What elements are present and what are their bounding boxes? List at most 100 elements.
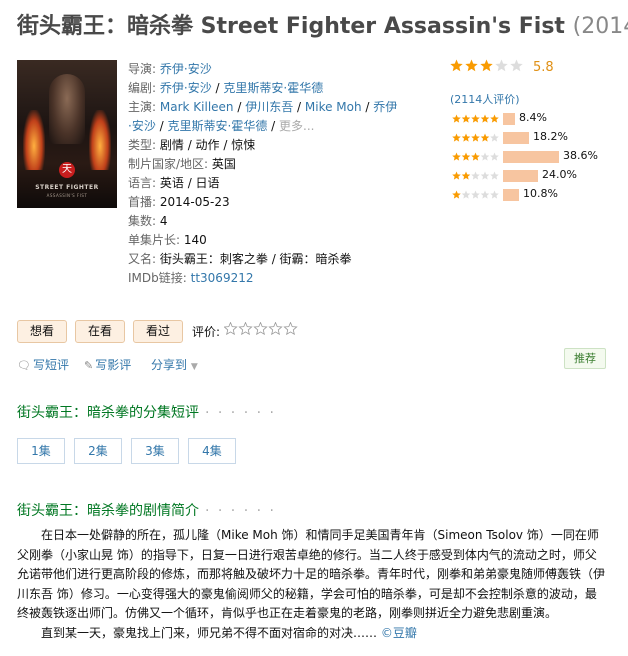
row-stars-svg bbox=[452, 171, 499, 180]
cast-link[interactable]: Mike Moh bbox=[305, 100, 362, 114]
row-stars-svg bbox=[452, 190, 499, 199]
watched-button[interactable]: 看过 bbox=[133, 320, 183, 343]
rating-summary: 5.8 bbox=[450, 58, 620, 75]
writer-label: 编剧: bbox=[128, 81, 157, 95]
rating-score: 5.8 bbox=[533, 60, 554, 75]
cast-link[interactable]: 克里斯蒂安·霍华德 bbox=[168, 119, 268, 133]
writer-link[interactable]: 克里斯蒂安·霍华德 bbox=[223, 81, 323, 95]
imdb-link[interactable]: tt3069212 bbox=[191, 271, 254, 285]
poster-logo-sub: ASSASSIN'S FIST bbox=[46, 193, 88, 198]
country-value: 英国 bbox=[211, 157, 236, 171]
star-icon bbox=[510, 59, 523, 72]
movie-info: 导演: 乔伊·安沙 编剧: 乔伊·安沙 / 克里斯蒂安·霍华德 主演: Mark… bbox=[128, 60, 397, 288]
rate-stars-svg[interactable] bbox=[223, 321, 299, 336]
star-icon bbox=[471, 133, 480, 142]
language-label: 语言: bbox=[128, 176, 157, 190]
length-label: 单集片长: bbox=[128, 233, 181, 247]
rate-stars-input[interactable] bbox=[223, 321, 299, 338]
star-icon bbox=[452, 190, 461, 199]
star-icon bbox=[465, 59, 478, 72]
writer-link[interactable]: 乔伊·安沙 bbox=[160, 81, 212, 95]
length-value: 140 bbox=[183, 233, 207, 247]
rating-stars-icon bbox=[450, 59, 525, 73]
write-review[interactable]: ✎ 写影评 bbox=[84, 356, 131, 373]
rating-row-stars bbox=[452, 113, 500, 126]
episode-1-button[interactable]: 1集 bbox=[17, 438, 65, 464]
star-icon bbox=[471, 171, 480, 180]
row-stars-svg bbox=[452, 152, 499, 161]
rating-percent: 38.6% bbox=[563, 149, 598, 162]
synopsis-paragraph-last: 直到某一天，豪鬼找上门来，师兄弟不得不面对宿命的对决…… ©豆瓣 bbox=[17, 624, 607, 644]
star-icon bbox=[223, 321, 238, 336]
star-icon bbox=[452, 171, 461, 180]
rating-percent: 8.4% bbox=[519, 111, 547, 124]
cast-link[interactable]: 乔伊 bbox=[373, 100, 397, 114]
episode-4-button[interactable]: 4集 bbox=[188, 438, 236, 464]
cast-link[interactable]: Mark Killeen bbox=[160, 100, 234, 114]
star-icon bbox=[490, 190, 499, 199]
rating-row-3: 38.6% bbox=[450, 148, 620, 167]
rating-bar bbox=[503, 151, 559, 163]
rating-count: (2114人评价) bbox=[450, 91, 620, 107]
rating-row-stars bbox=[452, 151, 500, 164]
imdb-row: IMDb链接: tt3069212 bbox=[128, 269, 378, 288]
star-icon bbox=[461, 190, 471, 199]
review-label: 写影评 bbox=[95, 358, 132, 372]
star-icon bbox=[490, 133, 499, 142]
rating-percent: 10.8% bbox=[523, 187, 558, 200]
star-icon bbox=[490, 152, 499, 161]
row-stars-svg bbox=[452, 114, 499, 123]
want-button[interactable]: 想看 bbox=[17, 320, 67, 343]
share-dropdown[interactable]: 分享到 ▼ bbox=[151, 356, 198, 373]
synopsis-heading: 街头霸王：暗杀拳的剧情简介 · · · · · · bbox=[17, 500, 276, 520]
poster-image[interactable]: 天 STREET FIGHTER ASSASSIN'S FIST bbox=[17, 60, 117, 208]
cast-link[interactable]: ·安沙 bbox=[128, 119, 156, 133]
star-icon bbox=[452, 114, 461, 123]
poster-logo: STREET FIGHTER bbox=[35, 184, 99, 191]
write-short-review[interactable]: 🗨 写短评 bbox=[17, 356, 69, 373]
big-stars-svg bbox=[450, 59, 523, 72]
share-label: 分享到 bbox=[151, 358, 188, 372]
star-icon bbox=[461, 114, 471, 123]
douban-source-link[interactable]: ©豆瓣 bbox=[381, 626, 417, 640]
poster-fire-left bbox=[23, 110, 45, 170]
heading-dots: · · · · · · bbox=[205, 405, 276, 421]
synopsis-text: 在日本一处僻静的所在，孤儿隆（Mike Moh 饰）和情同手足美国青年肯（Sim… bbox=[17, 526, 607, 643]
length-row: 单集片长: 140 bbox=[128, 231, 378, 250]
director-link[interactable]: 乔伊·安沙 bbox=[160, 62, 212, 76]
language-value: 英语 / 日语 bbox=[159, 176, 220, 190]
rating-row-2: 24.0% bbox=[450, 167, 620, 186]
pencil-icon: ✎ bbox=[84, 359, 94, 372]
cast-link[interactable]: 伊川东吾 bbox=[245, 100, 293, 114]
star-icon bbox=[283, 321, 298, 336]
star-icon bbox=[471, 152, 480, 161]
episode-2-button[interactable]: 2集 bbox=[74, 438, 122, 464]
cast-more-link[interactable]: 更多... bbox=[279, 119, 314, 133]
rating-bar bbox=[503, 113, 515, 125]
recommend-button[interactable]: 推荐 bbox=[564, 348, 606, 369]
premiere-value: 2014-05-23 bbox=[159, 195, 230, 209]
star-icon bbox=[480, 59, 493, 72]
rating-row-stars bbox=[452, 170, 500, 183]
star-icon bbox=[268, 321, 283, 336]
rating-row-stars bbox=[452, 189, 500, 202]
aka-label: 又名: bbox=[128, 252, 157, 266]
star-icon bbox=[238, 321, 253, 336]
episode-3-button[interactable]: 3集 bbox=[131, 438, 179, 464]
episodes-row: 集数: 4 bbox=[128, 212, 378, 231]
country-label: 制片国家/地区: bbox=[128, 157, 209, 171]
page-title: 街头霸王：暗杀拳 Street Fighter Assassin's Fist … bbox=[17, 12, 628, 42]
watching-button[interactable]: 在看 bbox=[75, 320, 125, 343]
aka-row: 又名: 街头霸王：刺客之拳 / 街霸：暗杀拳 bbox=[128, 250, 378, 269]
director-row: 导演: 乔伊·安沙 bbox=[128, 60, 378, 79]
title-year: (2014) bbox=[572, 14, 628, 39]
genre-value: 剧情 / 动作 / 惊悚 bbox=[159, 138, 256, 152]
genre-row: 类型: 剧情 / 动作 / 惊悚 bbox=[128, 136, 378, 155]
star-icon bbox=[461, 133, 471, 142]
poster-figure bbox=[49, 74, 85, 144]
rating-count-link[interactable]: (2114人评价) bbox=[450, 93, 520, 106]
premiere-label: 首播: bbox=[128, 195, 157, 209]
row-stars-svg bbox=[452, 133, 499, 142]
cast-row-cont: ·安沙 / 克里斯蒂安·霍华德 / 更多... bbox=[128, 119, 315, 133]
star-icon bbox=[450, 59, 463, 72]
